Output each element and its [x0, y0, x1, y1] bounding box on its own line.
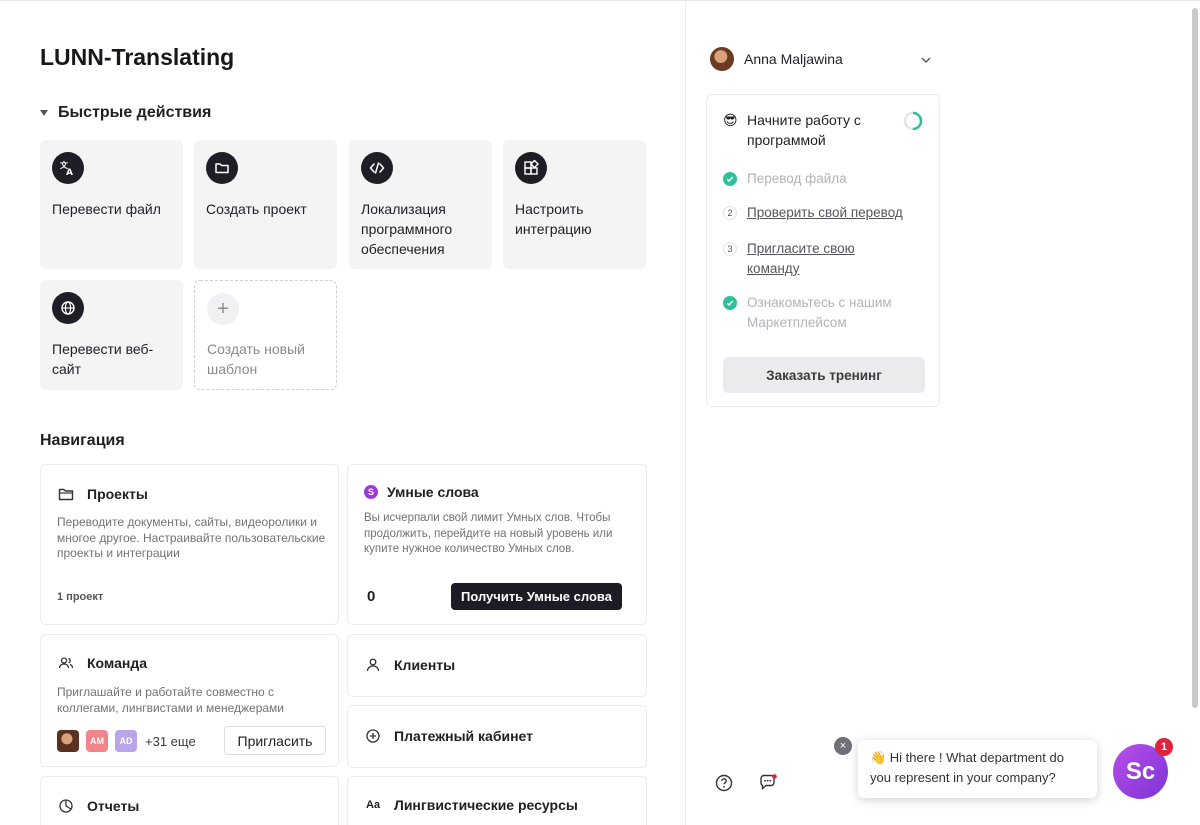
- close-icon[interactable]: ×: [834, 737, 852, 755]
- folder-icon: [58, 488, 74, 501]
- quick-action-translate-website[interactable]: Перевести веб-сайт: [40, 280, 183, 390]
- projects-title: Проекты: [87, 486, 148, 502]
- quick-action-software-localization[interactable]: Локализация программного обеспечения: [349, 140, 492, 269]
- linguistic-card-header: Aa Лингвистические ресурсы: [364, 797, 578, 813]
- avatar: [710, 47, 734, 71]
- code-icon: [361, 152, 393, 184]
- avatar: [57, 730, 79, 752]
- clients-title: Клиенты: [394, 657, 456, 673]
- clients-card-header: Клиенты: [364, 656, 455, 674]
- user-icon: [366, 658, 380, 672]
- team-more-count: +31 еще: [145, 733, 196, 749]
- reports-card[interactable]: Отчеты: [40, 776, 339, 825]
- sunglasses-emoji: 😎: [723, 112, 738, 128]
- invite-button[interactable]: Пригласить: [224, 726, 326, 755]
- quick-action-label: Локализация программного обеспечения: [361, 201, 453, 257]
- quick-actions-toggle[interactable]: Быстрые действия: [40, 104, 211, 122]
- team-card[interactable]: Команда Приглашайте и работайте совместн…: [40, 634, 339, 767]
- pie-chart-icon: [59, 799, 73, 813]
- add-circle-icon: [366, 729, 380, 743]
- quick-action-create-template[interactable]: + Создать новый шаблон: [194, 280, 337, 390]
- smart-words-description: Вы исчерпали свой лимит Умных слов. Чтоб…: [364, 512, 613, 555]
- quick-action-label: Создать проект: [206, 201, 307, 217]
- projects-description: Переводите документы, сайты, видеоролики…: [57, 515, 326, 560]
- smart-words-header: S Умные слова: [364, 484, 479, 500]
- right-panel: Anna Maljawina 😎 Начните работу с програ…: [686, 0, 1200, 825]
- avatar: AD: [115, 730, 137, 752]
- scrollbar[interactable]: [1189, 0, 1200, 825]
- step-text: Ознакомьтесь с нашим Маркетплейсом: [747, 295, 892, 330]
- team-title: Команда: [87, 655, 147, 671]
- translate-icon: 文A: [52, 152, 84, 184]
- text-size-icon: Aa: [365, 799, 381, 811]
- linguistic-title: Лингвистические ресурсы: [394, 797, 578, 813]
- quick-action-label: Перевести веб-сайт: [52, 341, 154, 377]
- order-training-button[interactable]: Заказать тренинг: [723, 357, 925, 393]
- onboarding-card: 😎 Начните работу с программой Перевод фа…: [706, 94, 940, 407]
- plus-icon: +: [207, 293, 239, 325]
- chevron-down-icon[interactable]: [920, 54, 932, 66]
- onboarding-step-2[interactable]: 2 Проверить свой перевод: [723, 203, 903, 223]
- team-description: Приглашайте и работайте совместно с колл…: [57, 685, 284, 715]
- linguistic-resources-card[interactable]: Aa Лингвистические ресурсы: [347, 776, 647, 825]
- step-number: 2: [723, 206, 737, 220]
- smart-words-badge-icon: S: [364, 485, 378, 499]
- progress-ring: [903, 111, 923, 131]
- onboarding-title: Начните работу с программой: [747, 112, 861, 148]
- billing-title: Платежный кабинет: [394, 728, 533, 744]
- globe-icon: [52, 292, 84, 324]
- team-avatars: AM AD +31 еще: [57, 730, 196, 752]
- user-menu[interactable]: Anna Maljawina: [710, 47, 843, 71]
- page-title: LUNN-Translating: [40, 44, 235, 70]
- chat-popup-message[interactable]: 👋 Hi there ! What department do you repr…: [858, 740, 1097, 798]
- caret-down-icon: [40, 110, 48, 116]
- quick-actions-title: Быстрые действия: [58, 104, 212, 121]
- quick-action-integration[interactable]: Настроить интеграцию: [503, 140, 646, 269]
- onboarding-step-3[interactable]: 3 Пригласите свою команду: [723, 239, 877, 279]
- projects-card-header: Проекты: [57, 485, 148, 503]
- reports-card-header: Отчеты: [57, 797, 139, 815]
- quick-action-label: Создать новый шаблон: [207, 341, 305, 377]
- quick-action-label: Перевести файл: [52, 201, 161, 217]
- step-link[interactable]: Проверить свой перевод: [747, 203, 903, 223]
- scrollbar-thumb[interactable]: [1192, 8, 1198, 708]
- projects-card[interactable]: Проекты Переводите документы, сайты, вид…: [40, 464, 339, 625]
- team-card-header: Команда: [57, 654, 147, 672]
- step-text: Перевод файла: [747, 171, 847, 186]
- step-link[interactable]: Пригласите свою команду: [747, 239, 877, 279]
- folder-icon: [206, 152, 238, 184]
- smart-words-card: S Умные слова Вы исчерпали свой лимит Ум…: [347, 464, 647, 625]
- smart-words-title: Умные слова: [387, 484, 479, 500]
- apps-icon: [515, 152, 547, 184]
- billing-card-header: Платежный кабинет: [364, 727, 533, 745]
- help-icon[interactable]: [715, 774, 733, 792]
- smart-words-count: 0: [367, 588, 376, 605]
- onboarding-step-4: Ознакомьтесь с нашим Маркетплейсом: [723, 293, 917, 333]
- quick-action-label: Настроить интеграцию: [515, 201, 592, 237]
- check-icon: [723, 172, 737, 186]
- reports-title: Отчеты: [87, 798, 140, 814]
- chat-logo: Sc: [1125, 757, 1156, 785]
- check-icon: [723, 296, 737, 310]
- projects-count: 1 проект: [57, 591, 104, 603]
- avatar: AM: [86, 730, 108, 752]
- svg-text:A: A: [66, 168, 73, 176]
- get-smart-words-button[interactable]: Получить Умные слова: [451, 583, 622, 610]
- notification-badge: 1: [1155, 738, 1173, 756]
- main-panel: LUNN-Translating Быстрые действия 文A Пер…: [0, 0, 686, 825]
- user-name: Anna Maljawina: [744, 51, 843, 67]
- quick-action-create-project[interactable]: Создать проект: [194, 140, 337, 269]
- step-number: 3: [723, 242, 737, 256]
- team-icon: [58, 657, 74, 669]
- clients-card[interactable]: Клиенты: [347, 634, 647, 697]
- chat-icon[interactable]: [759, 774, 779, 792]
- onboarding-step-1: Перевод файла: [723, 169, 847, 189]
- navigation-title: Навигация: [40, 432, 125, 449]
- billing-card[interactable]: Платежный кабинет: [347, 705, 647, 768]
- quick-action-translate-file[interactable]: 文A Перевести файл: [40, 140, 183, 269]
